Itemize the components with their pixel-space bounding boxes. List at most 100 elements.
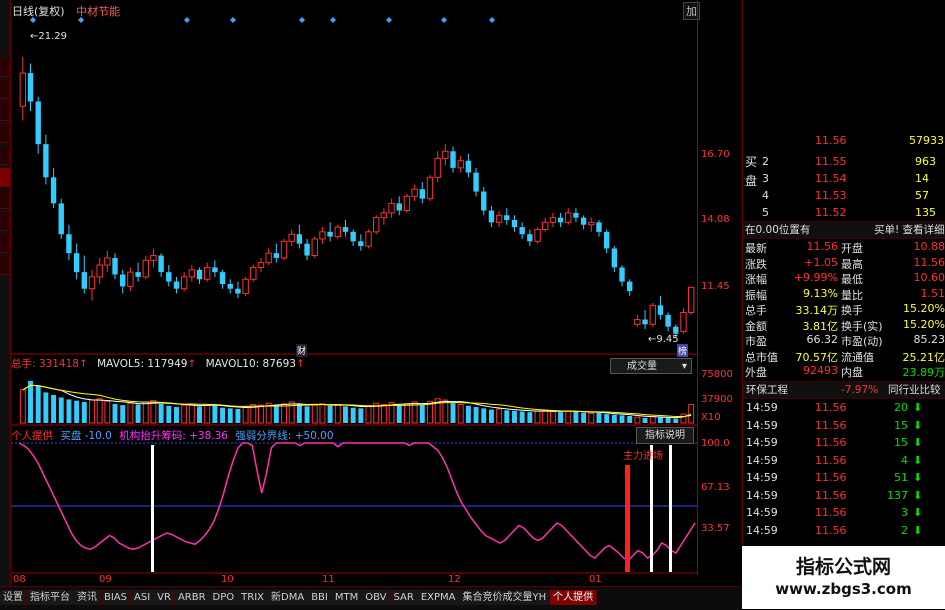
candle-body	[174, 282, 179, 289]
candle-body	[596, 222, 601, 231]
candle-body	[374, 218, 379, 232]
indicator-label3: 强弱分界线:	[235, 430, 291, 442]
tick-volume: 137	[887, 489, 908, 502]
watermark-title: 指标公式网	[742, 552, 945, 579]
indicator-header: 个人提供 买盘 -10.0 机构抬升筹码: +38.36 强弱分界线: +50.…	[11, 428, 334, 443]
quote-value: 1.51	[921, 287, 945, 300]
candle-body	[612, 248, 617, 267]
trade-tick-row: 14:5911.5615⬇	[743, 417, 945, 434]
candle-body	[358, 241, 363, 246]
tick-price: 11.56	[815, 436, 847, 449]
quote-value: 15.20%	[903, 302, 945, 315]
volume-bar	[643, 418, 648, 423]
candle-body	[489, 211, 494, 223]
candle-body	[527, 234, 532, 241]
order-level: 5	[762, 206, 769, 219]
candle-body	[650, 305, 655, 324]
side-tab[interactable]	[0, 256, 10, 275]
candle-body	[304, 244, 309, 256]
side-tab[interactable]	[0, 58, 10, 77]
candle-body	[327, 232, 332, 237]
kline-chart[interactable]	[11, 0, 697, 575]
candle-body	[258, 263, 263, 268]
candle-body	[635, 320, 640, 325]
volume-bar	[212, 406, 217, 423]
volume-indicator-select[interactable]: 成交量 ▾	[610, 358, 692, 374]
event-diamond-icon	[386, 17, 392, 23]
indicator-tab[interactable]: EXPMA	[418, 590, 460, 605]
volume-bar	[90, 400, 95, 423]
price-tick: 14.08	[701, 214, 730, 225]
quote-label: 外盘	[745, 364, 767, 380]
quote-row: 涨跌+1.05最高11.56	[743, 255, 945, 270]
indicator-tab[interactable]: ASI	[131, 590, 154, 605]
side-tab[interactable]	[0, 124, 10, 143]
tick-time: 14:59	[746, 454, 778, 467]
indicator-label2: 机构抬升筹码:	[119, 430, 186, 442]
indicator-explain-button[interactable]: 指标说明	[636, 427, 694, 444]
indicator-tab[interactable]: 集合竞价成交量YH	[460, 590, 551, 605]
candle-body	[381, 213, 386, 218]
side-tab[interactable]	[0, 190, 10, 209]
order-volume: 57	[915, 189, 929, 202]
order-book-row[interactable]: 511.52135	[743, 203, 945, 222]
indicator-tab[interactable]: 指标平台	[27, 590, 74, 605]
side-tab[interactable]	[0, 234, 10, 253]
volume-bar	[689, 405, 694, 423]
order-book-row[interactable]: 11.56 57933	[743, 134, 945, 153]
side-tab[interactable]	[0, 80, 10, 99]
volume-tick: X10	[701, 412, 721, 423]
indicator-tab[interactable]: BBI	[308, 590, 332, 605]
volume-bar	[612, 415, 617, 423]
sector-bar[interactable]: 环保工程 -7.97% 同行业比较	[743, 381, 945, 399]
indicator-tab[interactable]: 设置	[0, 590, 27, 605]
candle-body	[512, 220, 517, 227]
mavol10-value: MAVOL10: 87693	[206, 358, 296, 370]
volume-bar	[627, 416, 632, 423]
tick-time: 14:59	[746, 506, 778, 519]
volume-bar	[381, 405, 386, 423]
quote-value: 9.13%	[803, 287, 838, 300]
position-info-bar[interactable]: 在0.00位置有 买单! 查看详细	[743, 221, 945, 239]
side-tab[interactable]	[0, 102, 10, 121]
rank-marker[interactable]: 榜	[677, 344, 688, 357]
quote-row: 总市值70.57亿流通值25.21亿	[743, 348, 945, 363]
indicator-tab[interactable]: ARBR	[175, 590, 210, 605]
quote-value: 85.23	[914, 333, 945, 346]
indicator-tab[interactable]: DPO	[210, 590, 239, 605]
side-tab[interactable]	[0, 212, 10, 231]
trade-tick-row: 14:5911.564⬇	[743, 452, 945, 469]
candle-body	[389, 203, 394, 212]
indicator-tab[interactable]: OBV	[362, 590, 390, 605]
indicator-tab[interactable]: 资讯	[74, 590, 101, 605]
event-diamond-icon	[330, 17, 336, 23]
indicator-label1: 买盘	[60, 430, 81, 442]
date-tick: 09	[99, 574, 112, 585]
tick-price: 11.56	[815, 401, 847, 414]
indicator-tab[interactable]: TRIX	[238, 590, 268, 605]
volume-bar	[297, 405, 302, 423]
indicator-line	[19, 443, 695, 561]
chevron-down-icon: ▾	[682, 359, 687, 375]
candle-body	[404, 196, 409, 210]
tick-time: 14:59	[746, 401, 778, 414]
volume-bar	[666, 418, 671, 423]
quote-row: 外盘92493内盘23.89万	[743, 363, 945, 378]
side-tab[interactable]	[0, 168, 10, 187]
indicator-tab[interactable]: MTM	[332, 590, 362, 605]
price-tick: 16.70	[701, 149, 730, 160]
candle-body	[343, 227, 348, 232]
indicator-tab[interactable]: BIAS	[101, 590, 131, 605]
volume-bar	[597, 413, 602, 423]
indicator-tab[interactable]: VR	[154, 590, 175, 605]
side-tab[interactable]	[0, 146, 10, 165]
volume-tick: 75800	[701, 369, 733, 380]
indicator-tab[interactable]: SAR	[391, 590, 418, 605]
tick-volume: 4	[901, 454, 908, 467]
indicator-tab[interactable]: 个人提供	[550, 590, 597, 605]
indicator-tab[interactable]: 新DMA	[268, 590, 308, 605]
down-arrow-icon: ⬇	[913, 436, 922, 449]
volume-bar	[520, 412, 525, 423]
indicator-value1: -10.0	[85, 430, 112, 442]
indicator-tabs: 设置指标平台资讯BIASASIVRARBRDPOTRIX新DMABBIMTMOB…	[0, 586, 742, 610]
